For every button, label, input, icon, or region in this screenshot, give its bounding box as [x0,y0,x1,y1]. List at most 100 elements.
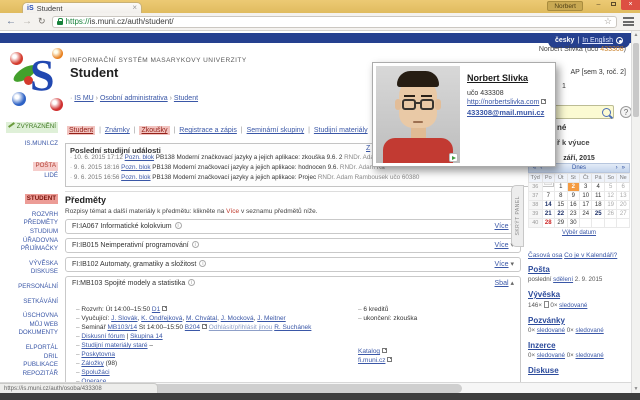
close-button[interactable]: × [621,0,640,10]
sidebar-item[interactable]: ELPORTÁL [0,344,58,353]
course-detail-link[interactable]: Studijní materiály staré [81,342,147,349]
reload-button[interactable]: ↻ [38,17,46,26]
user-name[interactable]: Norbert Slivka [539,46,585,53]
calendar-day[interactable]: 2 [566,182,581,192]
course-toggle[interactable]: Sbal ▴ [495,277,514,290]
course-title[interactable]: FI:IB015 Neimperativní programování [72,242,189,249]
sidebar-item[interactable]: STUDIUM [0,228,58,237]
sidebar-item[interactable]: REPOZITÁŘ [0,370,58,379]
sidebar-item[interactable]: POŠTA [33,162,58,171]
course-side-link[interactable]: Katalog [358,348,380,355]
section-link[interactable]: sledované [559,302,587,309]
info-icon[interactable]: i [199,260,207,267]
sidebar-item[interactable]: ZVÝRAZNĚNÍ [5,122,58,133]
calendar-day[interactable]: 8 [553,191,568,201]
section-title-link[interactable]: Inzerce [528,341,630,350]
course-detail-link[interactable]: Záložky [81,360,103,367]
calendar-day[interactable]: 3 [578,182,593,192]
course-side-link[interactable]: fi.muni.cz [358,357,385,364]
vertical-scrollbar[interactable]: ▲ ▼ [631,31,640,393]
search-icon[interactable] [602,108,611,117]
calendar-day[interactable]: 29 [553,218,568,228]
vcard-icon[interactable] [449,153,458,162]
section-link[interactable]: sledované [537,352,565,359]
scroll-up-icon[interactable]: ▲ [632,32,640,38]
course-detail-link[interactable]: Odhlásit/přihlásit jinou [209,324,273,331]
nav-tab[interactable]: Seminární skupiny [247,127,305,134]
calendar-date-select-link[interactable]: Výběr datum [562,230,596,236]
sidebar-item[interactable]: DISKUSE [0,268,58,277]
sidebar-item[interactable]: VÝVĚSKA [0,260,58,269]
course-toggle[interactable]: Více ▾ [495,258,514,271]
popup-email-link[interactable]: 433308@mail.muni.cz [467,108,544,117]
course-detail-link[interactable]: Skupina 14 [130,333,163,340]
course-detail-link[interactable]: MB103/14 [107,324,137,331]
breadcrumb-link[interactable]: IS MU [74,95,93,102]
course-title[interactable]: FI:IA067 Informatické kolokvium [72,223,172,230]
calendar-day[interactable]: 11 [591,191,605,201]
back-button[interactable]: ← [6,16,16,27]
course-detail-link[interactable]: J. Slovák [111,315,137,322]
sidebar-item[interactable]: SETKÁVÁNÍ [0,298,58,307]
sidebar-item[interactable]: ÚSCHOVNA [0,312,58,321]
section-link[interactable]: sledované [576,352,604,359]
sidebar-item[interactable]: PŘIJÍMAČKY [0,245,58,254]
course-title[interactable]: FI:IB102 Automaty, gramatiky a složitost [72,261,196,268]
calendar-day[interactable]: 10 [578,191,593,201]
sidebar-item[interactable]: IS.MUNI.CZ [0,140,58,149]
nav-tab[interactable]: Studijní materiály [314,127,368,134]
sidebar-item[interactable]: ÚŘADOVNA [0,237,58,246]
calendar-next-year-button[interactable]: » [620,165,627,171]
calendar-day[interactable]: 4 [591,182,605,192]
browser-tab[interactable]: iS Student × [22,2,142,13]
section-title-link[interactable]: Pozvánky [528,316,630,325]
tab-close-icon[interactable]: × [132,4,137,12]
course-detail-link[interactable]: Poskytovna [81,351,115,358]
calendar-day[interactable]: 14 [541,200,556,210]
sidebar-item[interactable]: LIDÉ [0,172,58,181]
nav-tab[interactable]: Známky [105,127,130,134]
calendar-day[interactable]: 9 [566,191,581,201]
course-detail-link[interactable]: Spolužáci [81,369,109,376]
calendar-day[interactable]: 16 [566,200,581,210]
calendar-day[interactable]: 27 [616,209,630,219]
course-title[interactable]: FI:MB103 Spojité modely a statistika [72,280,185,287]
breadcrumb-link[interactable]: Student [174,95,198,102]
maximize-button[interactable] [606,0,621,10]
uco-number[interactable]: 433308 [600,46,623,53]
calendar-day[interactable]: 15 [553,200,568,210]
sidebar-item[interactable]: PUBLIKACE [0,361,58,370]
vertical-scroll-thumb[interactable] [633,43,639,117]
section-title-link[interactable]: Diskuse [528,366,630,375]
calendar-day[interactable]: 30 [566,218,581,228]
course-detail-link[interactable]: B204 [185,324,200,331]
calendar-day[interactable]: 21 [541,209,556,219]
calendar-day[interactable]: 5 [603,182,618,192]
course-toggle-link[interactable]: Více [495,242,509,249]
breadcrumb-link[interactable]: Osobní administrativa [100,95,168,102]
forward-button[interactable]: → [22,16,32,27]
course-toggle-link[interactable]: Sbal [495,280,509,287]
course-toggle-link[interactable]: Více [495,261,509,268]
event-noteblock-link[interactable]: Pozn. blok [121,164,150,171]
course-detail-link[interactable]: J. Mocková [221,315,254,322]
section-title-link[interactable]: Pošta [528,265,630,274]
sidebar-item[interactable]: STUDENT [24,193,58,205]
calendar-day[interactable]: 26 [603,209,618,219]
minimize-button[interactable]: – [591,0,606,10]
popup-person-name[interactable]: Norbert Slivka [467,73,528,83]
calendar-day[interactable]: 19 [603,200,618,210]
scroll-down-icon[interactable]: ▼ [632,386,640,392]
right-panel-link[interactable]: Co je v Kalendáři? [564,252,617,259]
course-detail-link[interactable]: M. Chvátal [186,315,217,322]
calendar-day[interactable]: 23 [566,209,581,219]
calendar-today-button[interactable]: Dnes [570,165,588,171]
calendar-day[interactable]: 7 [541,191,556,201]
popup-website-link[interactable]: http://norbertslivka.com [467,99,539,106]
section-link[interactable]: sdělení [553,276,573,283]
event-noteblock-link[interactable]: Pozn. blok [125,154,154,161]
info-icon[interactable]: i [174,222,182,229]
info-icon[interactable]: i [191,241,199,248]
nav-tab[interactable]: Zkoušky [139,126,170,135]
events-more-link[interactable]: Z [366,145,370,152]
